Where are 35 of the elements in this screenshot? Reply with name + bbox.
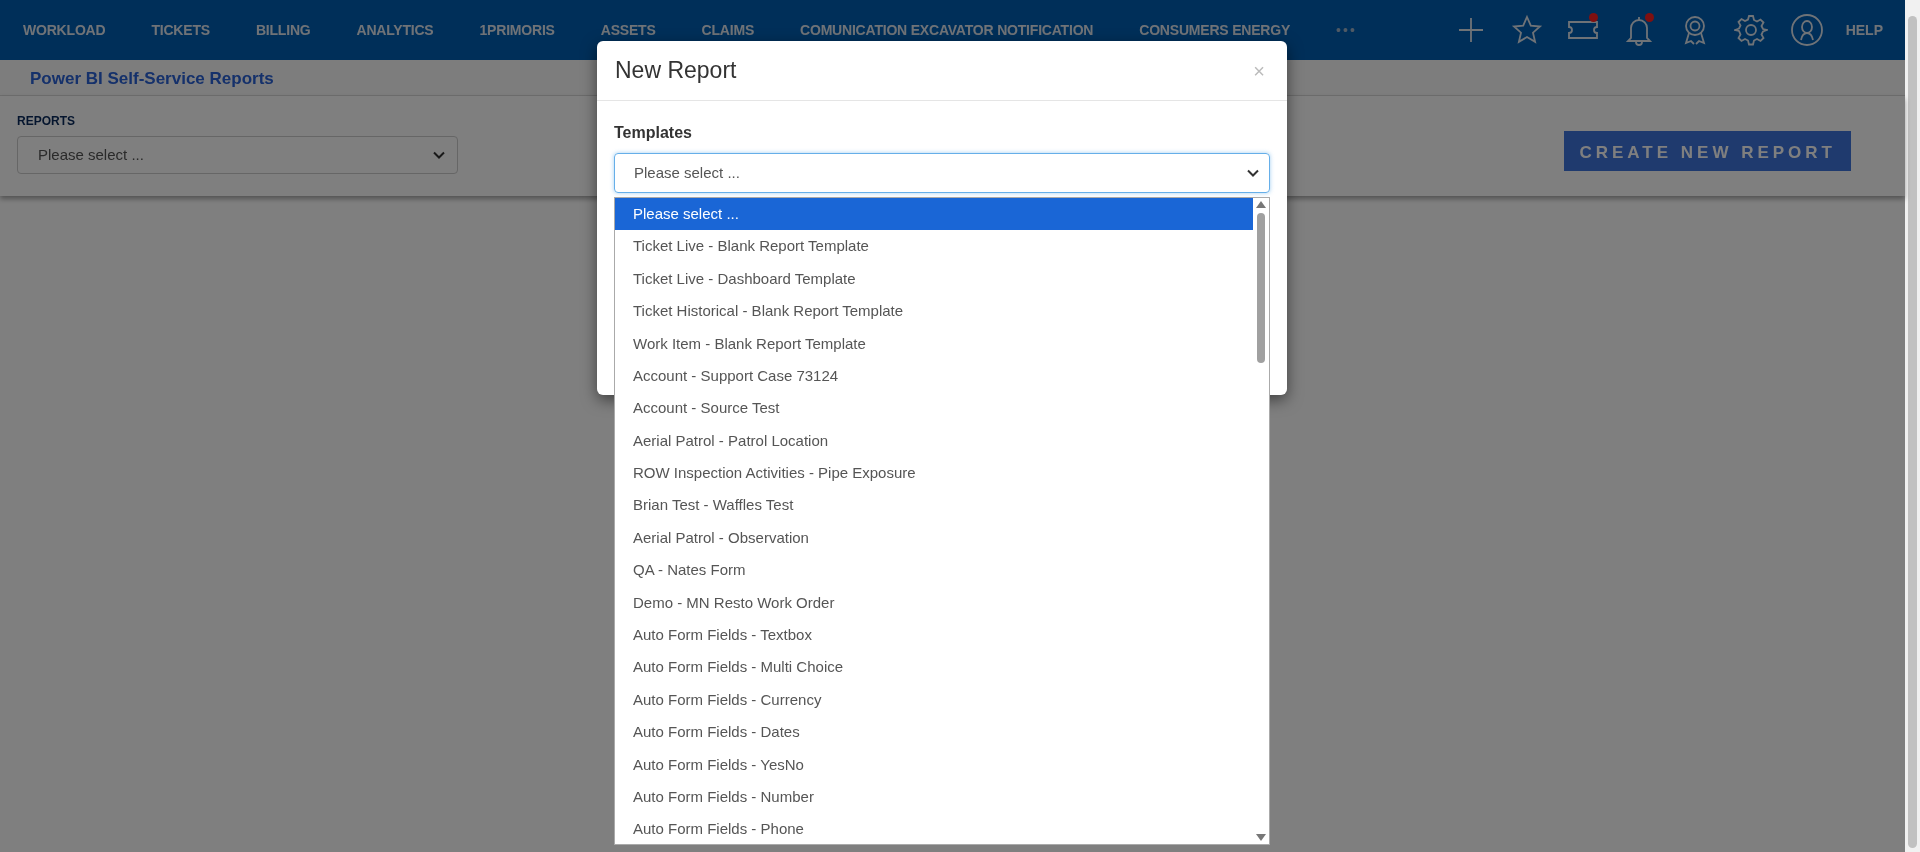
dropdown-option[interactable]: ROW Inspection Activities - Pipe Exposure	[615, 457, 1253, 490]
dropdown-option[interactable]: Auto Form Fields - Dates	[615, 716, 1253, 749]
dropdown-option[interactable]: Auto Form Fields - Currency	[615, 683, 1253, 717]
dropdown-option[interactable]: QA - Nates Form	[615, 554, 1253, 587]
dropdown-option[interactable]: Auto Form Fields - Multi Choice	[615, 651, 1253, 684]
templates-label: Templates	[614, 123, 693, 143]
dropdown-option[interactable]: Auto Form Fields - Phone	[615, 813, 1253, 846]
user-icon[interactable]	[1789, 13, 1824, 47]
gear-icon[interactable]	[1733, 13, 1768, 47]
dropdown-option[interactable]: Account - Support Case 73124	[615, 359, 1253, 393]
page-scrollbar[interactable]	[1905, 0, 1920, 852]
scroll-up-icon[interactable]	[1255, 200, 1267, 209]
scrollbar[interactable]	[1253, 198, 1269, 844]
reports-select[interactable]: Please select ...	[17, 136, 458, 174]
scrollbar-thumb[interactable]	[1257, 213, 1265, 363]
dialog-title: New Report	[615, 56, 737, 86]
dropdown-option[interactable]: Work Item - Blank Report Template	[615, 327, 1253, 360]
dropdown-option[interactable]: Ticket Live - Blank Report Template	[615, 230, 1253, 263]
dropdown-option[interactable]: Brian Test - Waffles Test	[615, 489, 1253, 522]
reports-label: REPORTS	[17, 113, 76, 130]
templates-select[interactable]: Please select ...	[614, 153, 1270, 193]
page-title: Power BI Self-Service Reports	[30, 68, 274, 90]
scroll-down-icon[interactable]	[1255, 833, 1267, 842]
chevron-icon	[1247, 168, 1259, 178]
dropdown-option[interactable]: Aerial Patrol - Observation	[615, 521, 1253, 555]
dropdown-option[interactable]: Please select ...	[615, 198, 1253, 231]
dropdown-option[interactable]: Auto Form Fields - YesNo	[615, 748, 1253, 782]
dropdown-option[interactable]: Demo - MN Resto Work Order	[615, 586, 1253, 620]
dropdown-option[interactable]: Ticket Historical - Blank Report Template	[615, 295, 1253, 328]
dropdown-option[interactable]: Auto Form Fields - Number	[615, 781, 1253, 814]
dropdown-option[interactable]: Auto Form Fields - Textbox	[615, 619, 1253, 652]
dropdown-option[interactable]: Aerial Patrol - Patrol Location	[615, 424, 1253, 458]
dropdown-option[interactable]: Account - Source Test	[615, 392, 1253, 425]
dropdown-option[interactable]: Ticket Live - Dashboard Template	[615, 262, 1253, 296]
chevron-icon	[433, 150, 445, 160]
